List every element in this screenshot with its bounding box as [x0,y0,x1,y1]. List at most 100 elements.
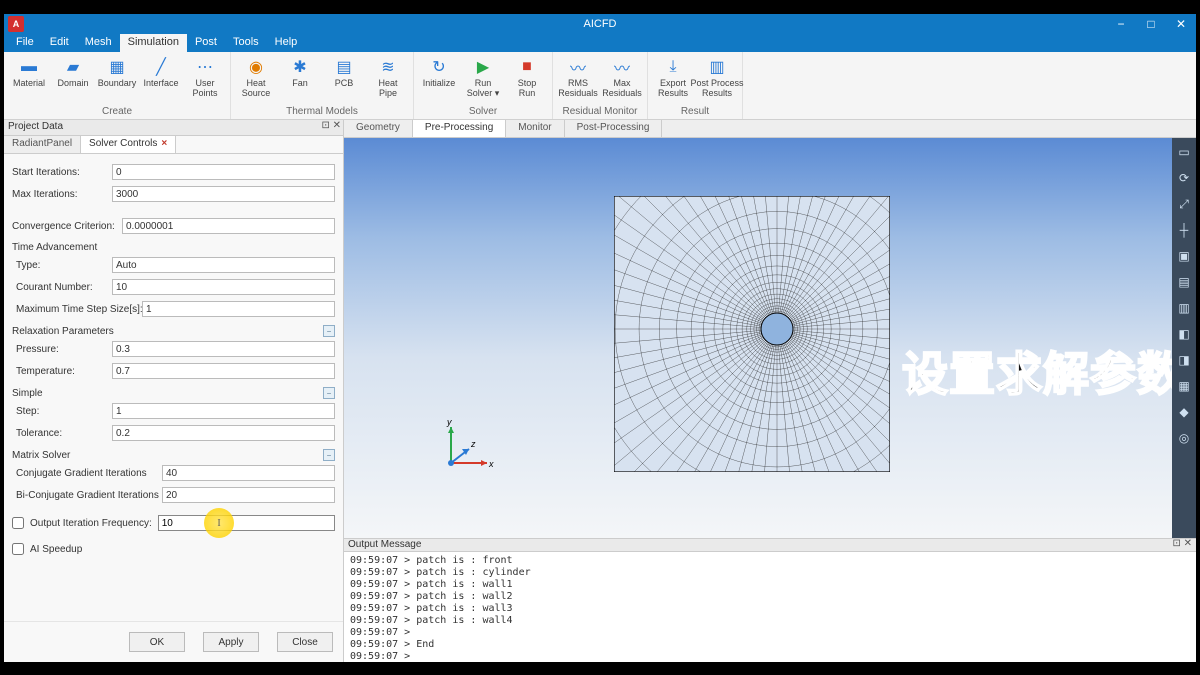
menu-bar: FileEditMeshSimulationPostToolsHelp [4,34,1196,52]
viewport-3d[interactable]: x y z 设置求解参数 [344,138,1172,538]
post-process-results-label: Post Process Results [690,78,743,98]
bicg-label: Bi-Conjugate Gradient Iterations [12,490,162,501]
tool-wire-icon[interactable]: ▦ [1176,378,1192,394]
output-message-body[interactable]: 09:59:07 > patch is : front 09:59:07 > p… [344,552,1196,662]
type-select[interactable]: Auto [112,257,335,273]
view-tab-monitor[interactable]: Monitor [506,120,564,137]
temperature-input[interactable] [112,363,335,379]
ribbon-group-label: Thermal Models [235,106,409,119]
user-points-icon: ⋯ [194,58,216,76]
ribbon-rms-residuals[interactable]: 〰 RMS Residuals [557,54,599,98]
ribbon-user-points[interactable]: ⋯User Points [184,54,226,98]
ribbon-max-residuals[interactable]: 〰Max Residuals [601,54,643,98]
max-ts-input[interactable] [142,301,335,317]
step-label: Step: [12,406,112,417]
ribbon-interface[interactable]: ╱Interface [140,54,182,88]
menu-file[interactable]: File [8,34,42,52]
interface-icon: ╱ [150,58,172,76]
export-results-icon: ⤓ [662,58,684,76]
tab-close-icon[interactable]: × [161,138,167,149]
view-tabs: GeometryPre-ProcessingMonitorPost-Proces… [344,120,1196,138]
tool-shade-icon[interactable]: ◆ [1176,404,1192,420]
max-residuals-icon: 〰 [611,58,633,76]
ribbon-boundary[interactable]: ▦Boundary [96,54,138,88]
window-maximize[interactable]: □ [1136,14,1166,34]
tool-iso-icon[interactable]: ◧ [1176,326,1192,342]
tool-snapshot-icon[interactable]: ◎ [1176,430,1192,446]
start-iterations-select[interactable]: 0 [112,164,335,180]
output-close-icon[interactable]: ✕ [1184,538,1192,549]
pane-close-icon[interactable]: ✕ [333,120,341,131]
pressure-input[interactable] [112,341,335,357]
tool-axis-icon[interactable]: ┼ [1176,222,1192,238]
tab-solver-controls[interactable]: Solver Controls× [81,136,176,153]
window-minimize[interactable]: − [1106,14,1136,34]
tool-refresh-icon[interactable]: ⟳ [1176,170,1192,186]
tool-front-icon[interactable]: ▣ [1176,248,1192,264]
convergence-input[interactable] [122,218,335,234]
tolerance-input[interactable] [112,425,335,441]
ribbon: ▬Material▰Domain▦Boundary╱Interface⋯User… [4,52,1196,120]
ribbon-heat-source[interactable]: ◉Heat Source [235,54,277,98]
cg-input[interactable] [162,465,335,481]
ribbon-heat-pipe[interactable]: ≋Heat Pipe [367,54,409,98]
app-title: AICFD [584,18,617,30]
collapse-simple-icon[interactable]: − [323,387,335,399]
temperature-label: Temperature: [12,366,112,377]
view-tab-geometry[interactable]: Geometry [344,120,413,137]
boundary-label: Boundary [98,78,137,88]
ribbon-material[interactable]: ▬Material [8,54,50,88]
tool-fit-icon[interactable]: ⤢ [1176,196,1192,212]
collapse-matrix-icon[interactable]: − [323,449,335,461]
tool-select-icon[interactable]: ▭ [1176,144,1192,160]
view-tab-pre-processing[interactable]: Pre-Processing [413,120,506,137]
ok-button[interactable]: OK [129,632,185,652]
rms-residuals-label: RMS Residuals [558,78,598,98]
left-tabs: RadiantPanelSolver Controls× [4,136,343,154]
max-iterations-label: Max Iterations: [12,189,112,200]
view-tab-post-processing[interactable]: Post-Processing [565,120,663,137]
menu-help[interactable]: Help [267,34,306,52]
courant-input[interactable] [112,279,335,295]
solver-controls-form: Start Iterations: 0 Max Iterations: Conv… [4,154,343,621]
output-freq-checkbox[interactable] [12,517,24,529]
ribbon-group-label: Solver [418,106,548,119]
output-freq-input[interactable] [158,515,335,531]
tab-radiantpanel[interactable]: RadiantPanel [4,136,81,153]
ribbon-export-results[interactable]: ⤓ Export Results [652,54,694,98]
ribbon-group-label: Residual Monitor [557,106,643,119]
ribbon-initialize[interactable]: ↻Initialize [418,54,460,88]
ribbon-pcb[interactable]: ▤PCB [323,54,365,88]
material-icon: ▬ [18,58,40,76]
ribbon-stop-run[interactable]: ■Stop Run [506,54,548,98]
collapse-relax-icon[interactable]: − [323,325,335,337]
ribbon-run-solver[interactable]: ▶Run Solver ▾ [462,54,504,98]
menu-mesh[interactable]: Mesh [77,34,120,52]
pane-pin-icon[interactable]: ⊡ [321,120,329,131]
ai-speedup-checkbox[interactable] [12,543,24,555]
menu-simulation[interactable]: Simulation [120,34,187,52]
domain-label: Domain [57,78,88,88]
export-results-label: Export Results [658,78,688,98]
menu-post[interactable]: Post [187,34,225,52]
ribbon-fan[interactable]: ✱Fan [279,54,321,88]
ribbon-post-process-results[interactable]: ▥Post Process Results [696,54,738,98]
overlay-caption: 设置求解参数 [902,338,1172,404]
window-close[interactable]: ✕ [1166,14,1196,34]
close-button[interactable]: Close [277,632,333,652]
output-pin-icon[interactable]: ⊡ [1172,538,1180,549]
time-advancement-section: Time Advancement [12,242,335,253]
apply-button[interactable]: Apply [203,632,259,652]
ribbon-domain[interactable]: ▰Domain [52,54,94,88]
menu-edit[interactable]: Edit [42,34,77,52]
tool-side-icon[interactable]: ▤ [1176,274,1192,290]
menu-tools[interactable]: Tools [225,34,267,52]
output-message-header: Output Message ⊡ ✕ [344,538,1196,552]
tool-clip-icon[interactable]: ◨ [1176,352,1192,368]
form-buttons: OK Apply Close [4,621,343,662]
bicg-input[interactable] [162,487,335,503]
tool-top-icon[interactable]: ▥ [1176,300,1192,316]
max-iterations-input[interactable] [112,186,335,202]
step-input[interactable] [112,403,335,419]
rms-residuals-icon: 〰 [567,58,589,76]
